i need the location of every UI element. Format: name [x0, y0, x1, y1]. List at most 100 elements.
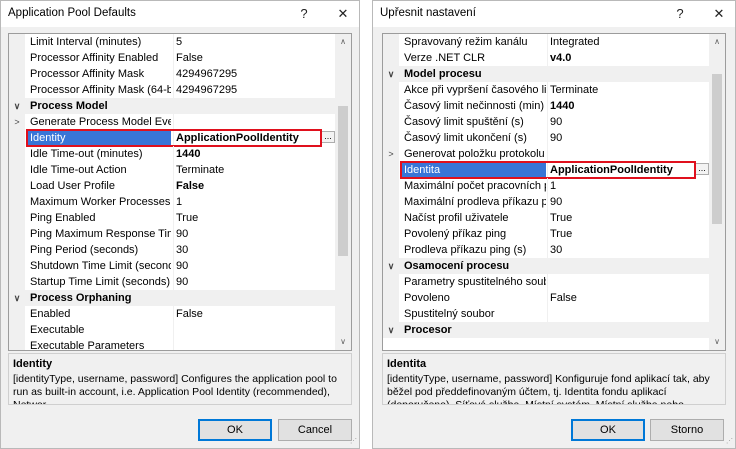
property-value[interactable]: False — [176, 178, 334, 194]
expand-icon[interactable]: > — [383, 146, 399, 162]
property-value[interactable]: 5 — [176, 34, 334, 50]
scroll-down-icon[interactable]: ∨ — [709, 334, 725, 350]
property-row[interactable]: Ping Enabled True — [9, 210, 335, 226]
scroll-up-icon[interactable]: ∧ — [335, 34, 351, 50]
collapse-icon[interactable]: ∨ — [383, 258, 399, 274]
cancel-button[interactable]: Storno — [650, 419, 724, 441]
property-row[interactable]: Identita ApplicationPoolIdentity... — [383, 161, 709, 179]
category-row[interactable]: ∨ Osamocení procesu — [383, 258, 709, 274]
property-row[interactable]: Verze .NET CLR v4.0 — [383, 50, 709, 66]
property-row[interactable]: Processor Affinity Mask 4294967295 — [9, 66, 335, 82]
property-value[interactable]: False — [550, 290, 708, 306]
collapse-icon[interactable]: ∨ — [383, 322, 399, 338]
property-row[interactable]: Ping Maximum Response Time (seconds) 90 — [9, 226, 335, 242]
category-row[interactable]: ∨ Procesor — [383, 322, 709, 338]
property-value[interactable]: 1 — [550, 178, 708, 194]
property-row[interactable]: Časový limit nečinnosti (min) 1440 — [383, 98, 709, 114]
column-separator[interactable] — [173, 258, 174, 274]
resize-grip-icon[interactable]: ⋰ — [349, 438, 357, 446]
collapse-icon[interactable]: ∨ — [383, 66, 399, 82]
column-separator[interactable] — [173, 226, 174, 242]
property-row[interactable]: Idle Time-out (minutes) 1440 — [9, 146, 335, 162]
property-value[interactable]: False — [176, 50, 334, 66]
property-value[interactable]: 90 — [550, 114, 708, 130]
edit-ellipsis-button[interactable]: ... — [321, 131, 335, 143]
property-row[interactable]: Akce při vypršení časového limitu nečinn… — [383, 82, 709, 98]
property-row[interactable]: Identity ApplicationPoolIdentity... — [9, 129, 335, 147]
column-separator[interactable] — [173, 50, 174, 66]
column-separator[interactable] — [547, 82, 548, 98]
column-separator[interactable] — [173, 34, 174, 50]
category-row[interactable]: ∨ Process Model — [9, 98, 335, 114]
collapse-icon[interactable]: ∨ — [9, 98, 25, 114]
column-separator[interactable] — [547, 50, 548, 66]
column-separator[interactable] — [173, 242, 174, 258]
column-separator[interactable] — [173, 146, 174, 162]
property-value[interactable]: Terminate — [176, 162, 334, 178]
column-separator[interactable] — [547, 306, 548, 322]
column-separator[interactable] — [547, 34, 548, 50]
column-separator[interactable] — [547, 130, 548, 146]
property-row[interactable]: Processor Affinity Enabled False — [9, 50, 335, 66]
property-value[interactable]: 30 — [550, 242, 708, 258]
property-value[interactable]: 90 — [176, 226, 334, 242]
column-separator[interactable] — [173, 338, 174, 350]
edit-ellipsis-button[interactable]: ... — [695, 163, 709, 175]
resize-grip-icon[interactable]: ⋰ — [725, 438, 733, 446]
scroll-thumb[interactable] — [338, 106, 348, 256]
collapse-icon[interactable]: ∨ — [9, 290, 25, 306]
column-separator[interactable] — [547, 242, 548, 258]
close-button[interactable]: ✕ — [705, 3, 733, 25]
property-value[interactable]: True — [176, 210, 334, 226]
property-row[interactable]: Startup Time Limit (seconds) 90 — [9, 274, 335, 290]
column-separator[interactable] — [547, 210, 548, 226]
column-separator[interactable] — [173, 82, 174, 98]
property-row[interactable]: Povolený příkaz ping True — [383, 226, 709, 242]
property-row[interactable]: Prodleva příkazu ping (s) 30 — [383, 242, 709, 258]
property-row[interactable]: Enabled False — [9, 306, 335, 322]
column-separator[interactable] — [547, 98, 548, 114]
property-row[interactable]: Idle Time-out Action Terminate — [9, 162, 335, 178]
help-button[interactable]: ? — [290, 3, 318, 25]
property-value[interactable]: 4294967295 — [176, 66, 334, 82]
expand-icon[interactable]: > — [9, 114, 25, 130]
property-value[interactable]: True — [550, 226, 708, 242]
property-value[interactable]: Integrated — [550, 34, 708, 50]
category-row[interactable]: ∨ Process Orphaning — [9, 290, 335, 306]
property-value[interactable]: 1440 — [176, 146, 334, 162]
property-value[interactable]: 1440 — [550, 98, 708, 114]
property-grid[interactable]: Limit Interval (minutes) 5 Processor Affin… — [8, 33, 352, 351]
property-value[interactable]: 1 — [176, 194, 334, 210]
property-row[interactable]: Executable — [9, 322, 335, 338]
property-value[interactable]: 90 — [550, 130, 708, 146]
property-row[interactable]: Shutdown Time Limit (seconds) 90 — [9, 258, 335, 274]
cancel-button[interactable]: Cancel — [278, 419, 352, 441]
property-value[interactable]: 30 — [176, 242, 334, 258]
property-row[interactable]: Povoleno False — [383, 290, 709, 306]
property-row[interactable]: > Generate Process Model Event Log Entry — [9, 114, 335, 130]
property-row[interactable]: Maximální prodleva příkazu ping (s) 90 — [383, 194, 709, 210]
property-value[interactable]: False — [176, 306, 334, 322]
column-separator[interactable] — [547, 194, 548, 210]
scroll-thumb[interactable] — [712, 74, 722, 224]
scroll-up-icon[interactable]: ∧ — [709, 34, 725, 50]
property-value[interactable]: 90 — [176, 274, 334, 290]
vertical-scrollbar[interactable]: ∧ ∨ — [709, 34, 725, 350]
column-separator[interactable] — [173, 162, 174, 178]
property-row[interactable]: Limit Interval (minutes) 5 — [9, 34, 335, 50]
column-separator[interactable] — [547, 226, 548, 242]
property-row[interactable]: Maximální počet pracovních procesů 1 — [383, 178, 709, 194]
property-value[interactable]: Terminate — [550, 82, 708, 98]
property-value[interactable]: v4.0 — [550, 50, 708, 66]
category-row[interactable]: ∨ Model procesu — [383, 66, 709, 82]
property-row[interactable]: > Generovat položku protokolu událostí — [383, 146, 709, 162]
scroll-down-icon[interactable]: ∨ — [335, 334, 351, 350]
column-separator[interactable] — [547, 178, 548, 194]
help-button[interactable]: ? — [666, 3, 694, 25]
column-separator[interactable] — [173, 306, 174, 322]
property-value[interactable]: 90 — [550, 194, 708, 210]
property-value[interactable]: 90 — [176, 258, 334, 274]
vertical-scrollbar[interactable]: ∧ ∨ — [335, 34, 351, 350]
column-separator[interactable] — [547, 290, 548, 306]
column-separator[interactable] — [173, 66, 174, 82]
